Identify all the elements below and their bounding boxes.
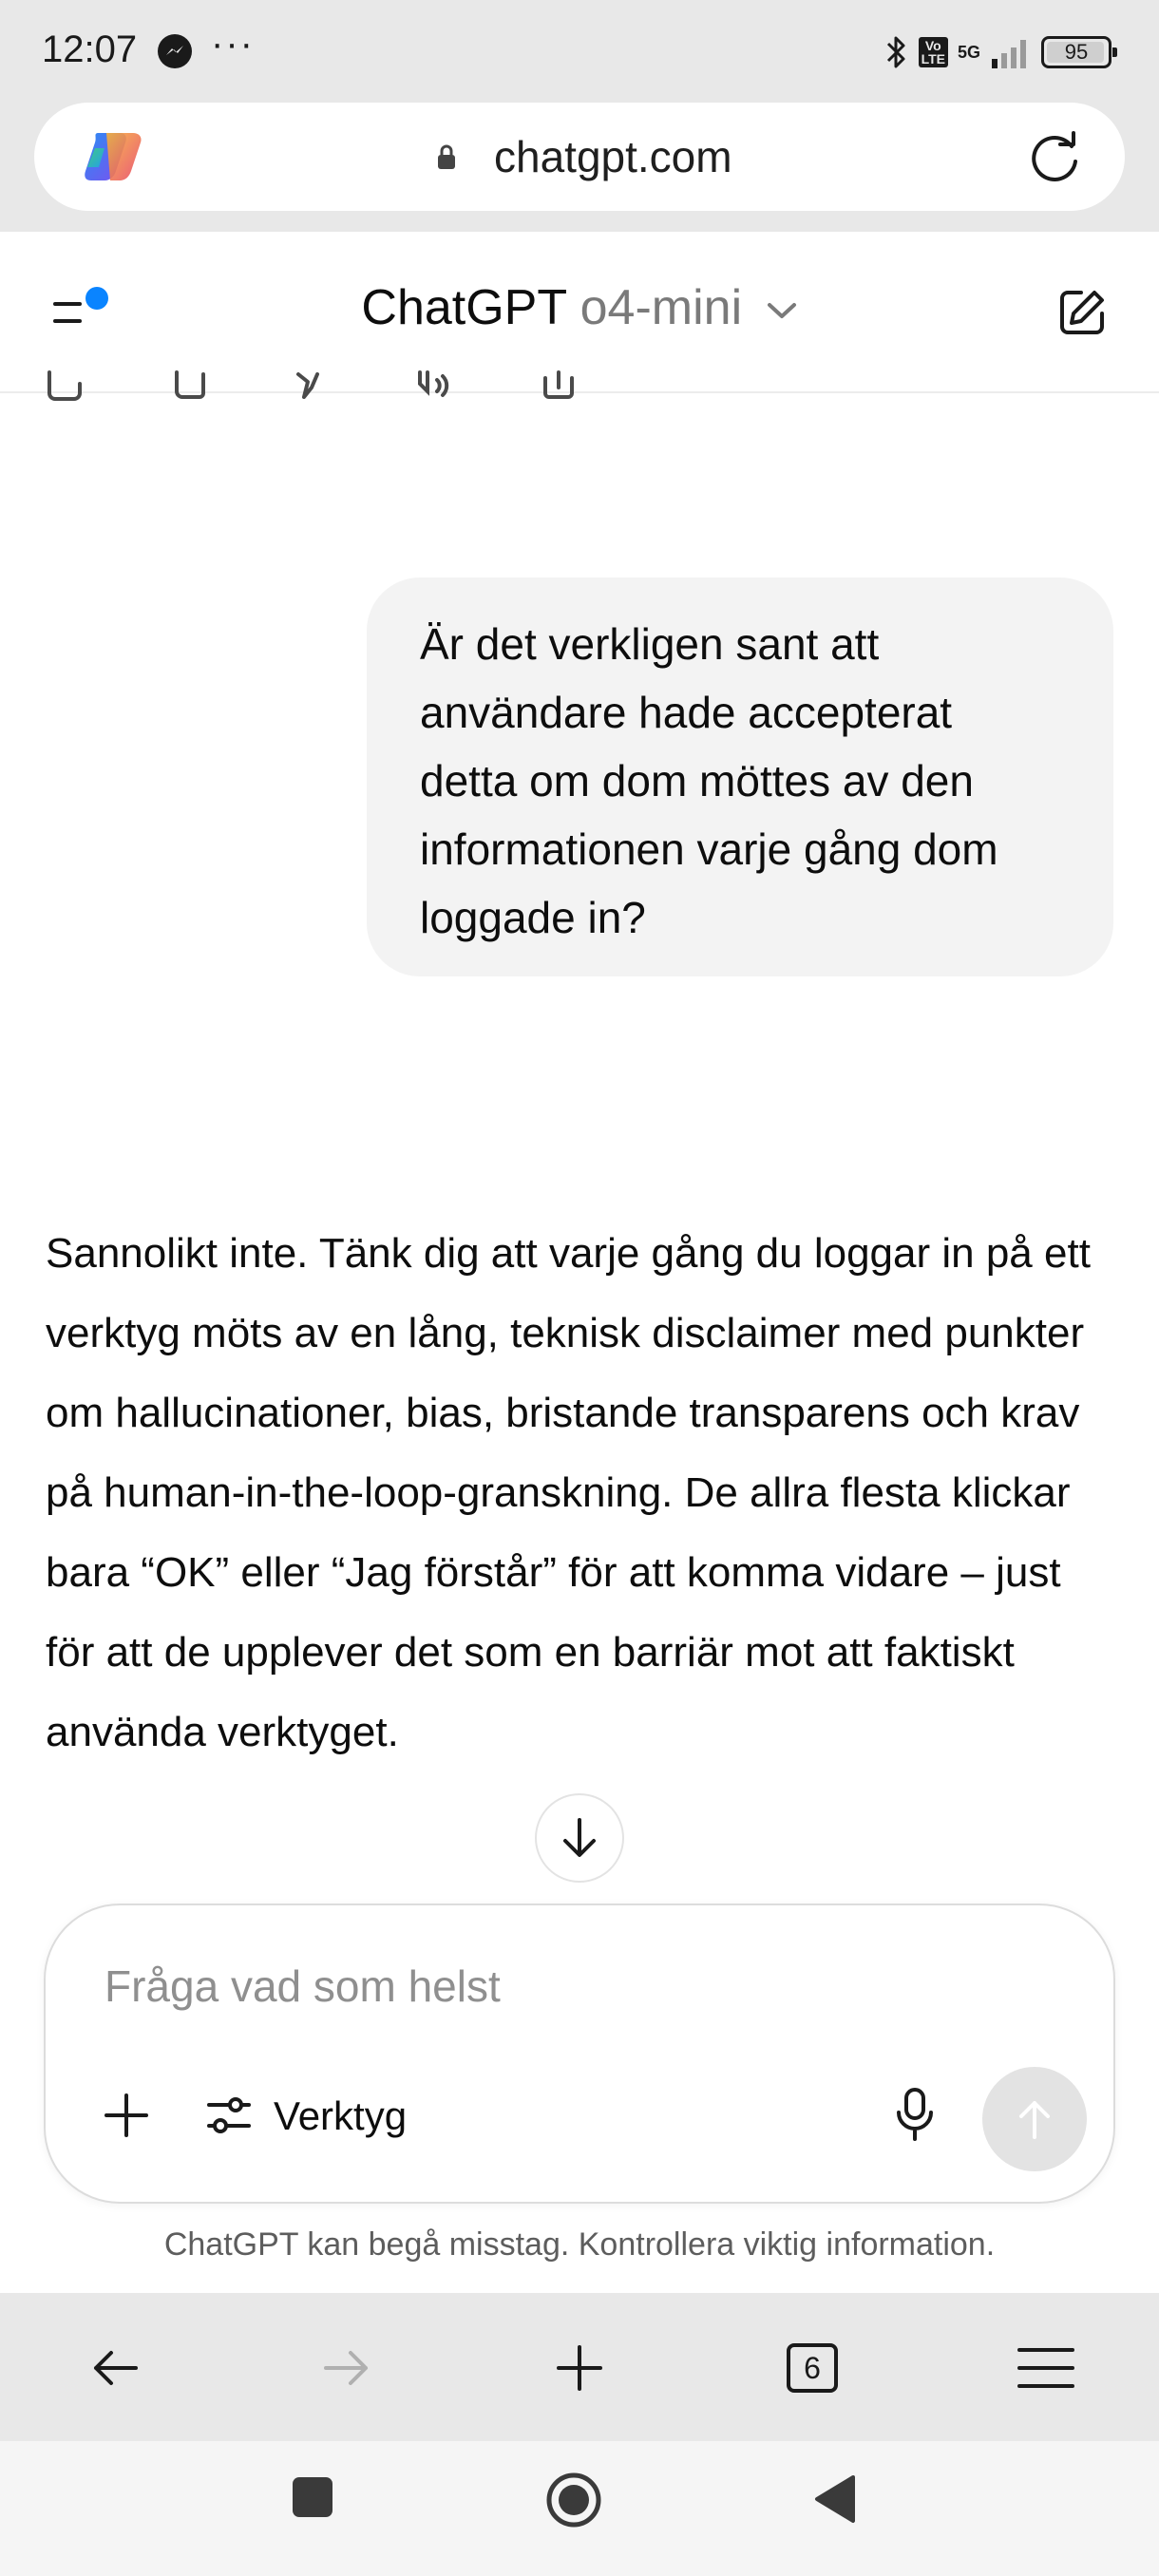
app-header: ChatGPT o4-mini — [0, 232, 1159, 393]
browser-url-bar: chatgpt.com — [0, 103, 1159, 232]
microphone-icon[interactable] — [891, 2086, 939, 2143]
thumbs-up-icon[interactable] — [162, 370, 218, 418]
read-aloud-icon[interactable] — [408, 370, 466, 418]
copilot-logo-icon[interactable] — [82, 129, 144, 184]
model-selector[interactable]: ChatGPT o4-mini — [0, 279, 1159, 336]
new-chat-icon[interactable] — [1056, 287, 1108, 338]
tabs-button[interactable]: 6 — [779, 2335, 846, 2401]
home-icon[interactable] — [545, 2472, 602, 2529]
messenger-icon — [158, 34, 192, 68]
thumbs-down-icon[interactable] — [285, 370, 342, 418]
chevron-down-icon — [767, 303, 796, 319]
forward-button[interactable] — [314, 2335, 380, 2401]
lock-icon — [438, 144, 455, 169]
copy-icon[interactable] — [38, 370, 95, 418]
tools-icon[interactable] — [205, 2092, 253, 2139]
model-name: o4-mini — [580, 280, 743, 335]
more-notifications-icon: ··· — [211, 23, 255, 65]
status-icons: Vo LTE 5G 95 — [884, 28, 1117, 76]
tools-button-label[interactable]: Verktyg — [274, 2093, 407, 2139]
volte-icon: Vo LTE — [918, 37, 948, 67]
status-bar: 12:07 ··· Vo LTE 5G 95 — [0, 0, 1159, 103]
address-bar[interactable]: chatgpt.com — [34, 103, 1125, 211]
disclaimer-text: ChatGPT kan begå misstag. Kontrollera vi… — [163, 2226, 996, 2263]
arrow-down-icon — [563, 1818, 596, 1857]
recent-apps-icon[interactable] — [291, 2475, 334, 2519]
android-navigation-bar — [0, 2441, 1159, 2576]
tabs-count: 6 — [787, 2343, 838, 2393]
signal-icon — [992, 40, 1026, 68]
plus-icon — [557, 2345, 602, 2391]
reload-icon[interactable] — [1028, 131, 1081, 184]
back-nav-icon[interactable] — [813, 2473, 857, 2525]
new-tab-button[interactable] — [546, 2335, 613, 2401]
battery-level: 95 — [1064, 40, 1089, 64]
back-button[interactable] — [82, 2335, 148, 2401]
hamburger-menu-icon — [1017, 2348, 1074, 2388]
scroll-to-bottom-button[interactable] — [535, 1793, 624, 1883]
app-title: ChatGPT — [361, 280, 567, 335]
message-actions-row — [38, 370, 608, 418]
composer: Fråga vad som helst Verktyg — [44, 1904, 1115, 2204]
arrow-left-icon — [94, 2351, 138, 2385]
status-time: 12:07 — [42, 28, 138, 70]
arrow-right-icon — [324, 2351, 368, 2385]
message-input[interactable]: Fråga vad som helst — [104, 1960, 501, 2012]
bluetooth-icon — [886, 36, 905, 68]
send-button[interactable] — [982, 2067, 1087, 2171]
assistant-message: Sannolikt inte. Tänk dig att varje gång … — [46, 1230, 1091, 1755]
network-type: 5G — [957, 42, 980, 62]
browser-toolbar: 6 — [0, 2293, 1159, 2441]
battery-icon: 95 — [1041, 36, 1117, 68]
user-message-bubble: Är det verkligen sant att användare hade… — [367, 578, 1113, 976]
url-text[interactable]: chatgpt.com — [494, 131, 732, 182]
add-attachment-icon[interactable] — [103, 2092, 150, 2139]
browser-menu-button[interactable] — [1013, 2335, 1079, 2401]
arrow-up-icon — [1019, 2101, 1050, 2139]
share-icon[interactable] — [532, 370, 589, 418]
